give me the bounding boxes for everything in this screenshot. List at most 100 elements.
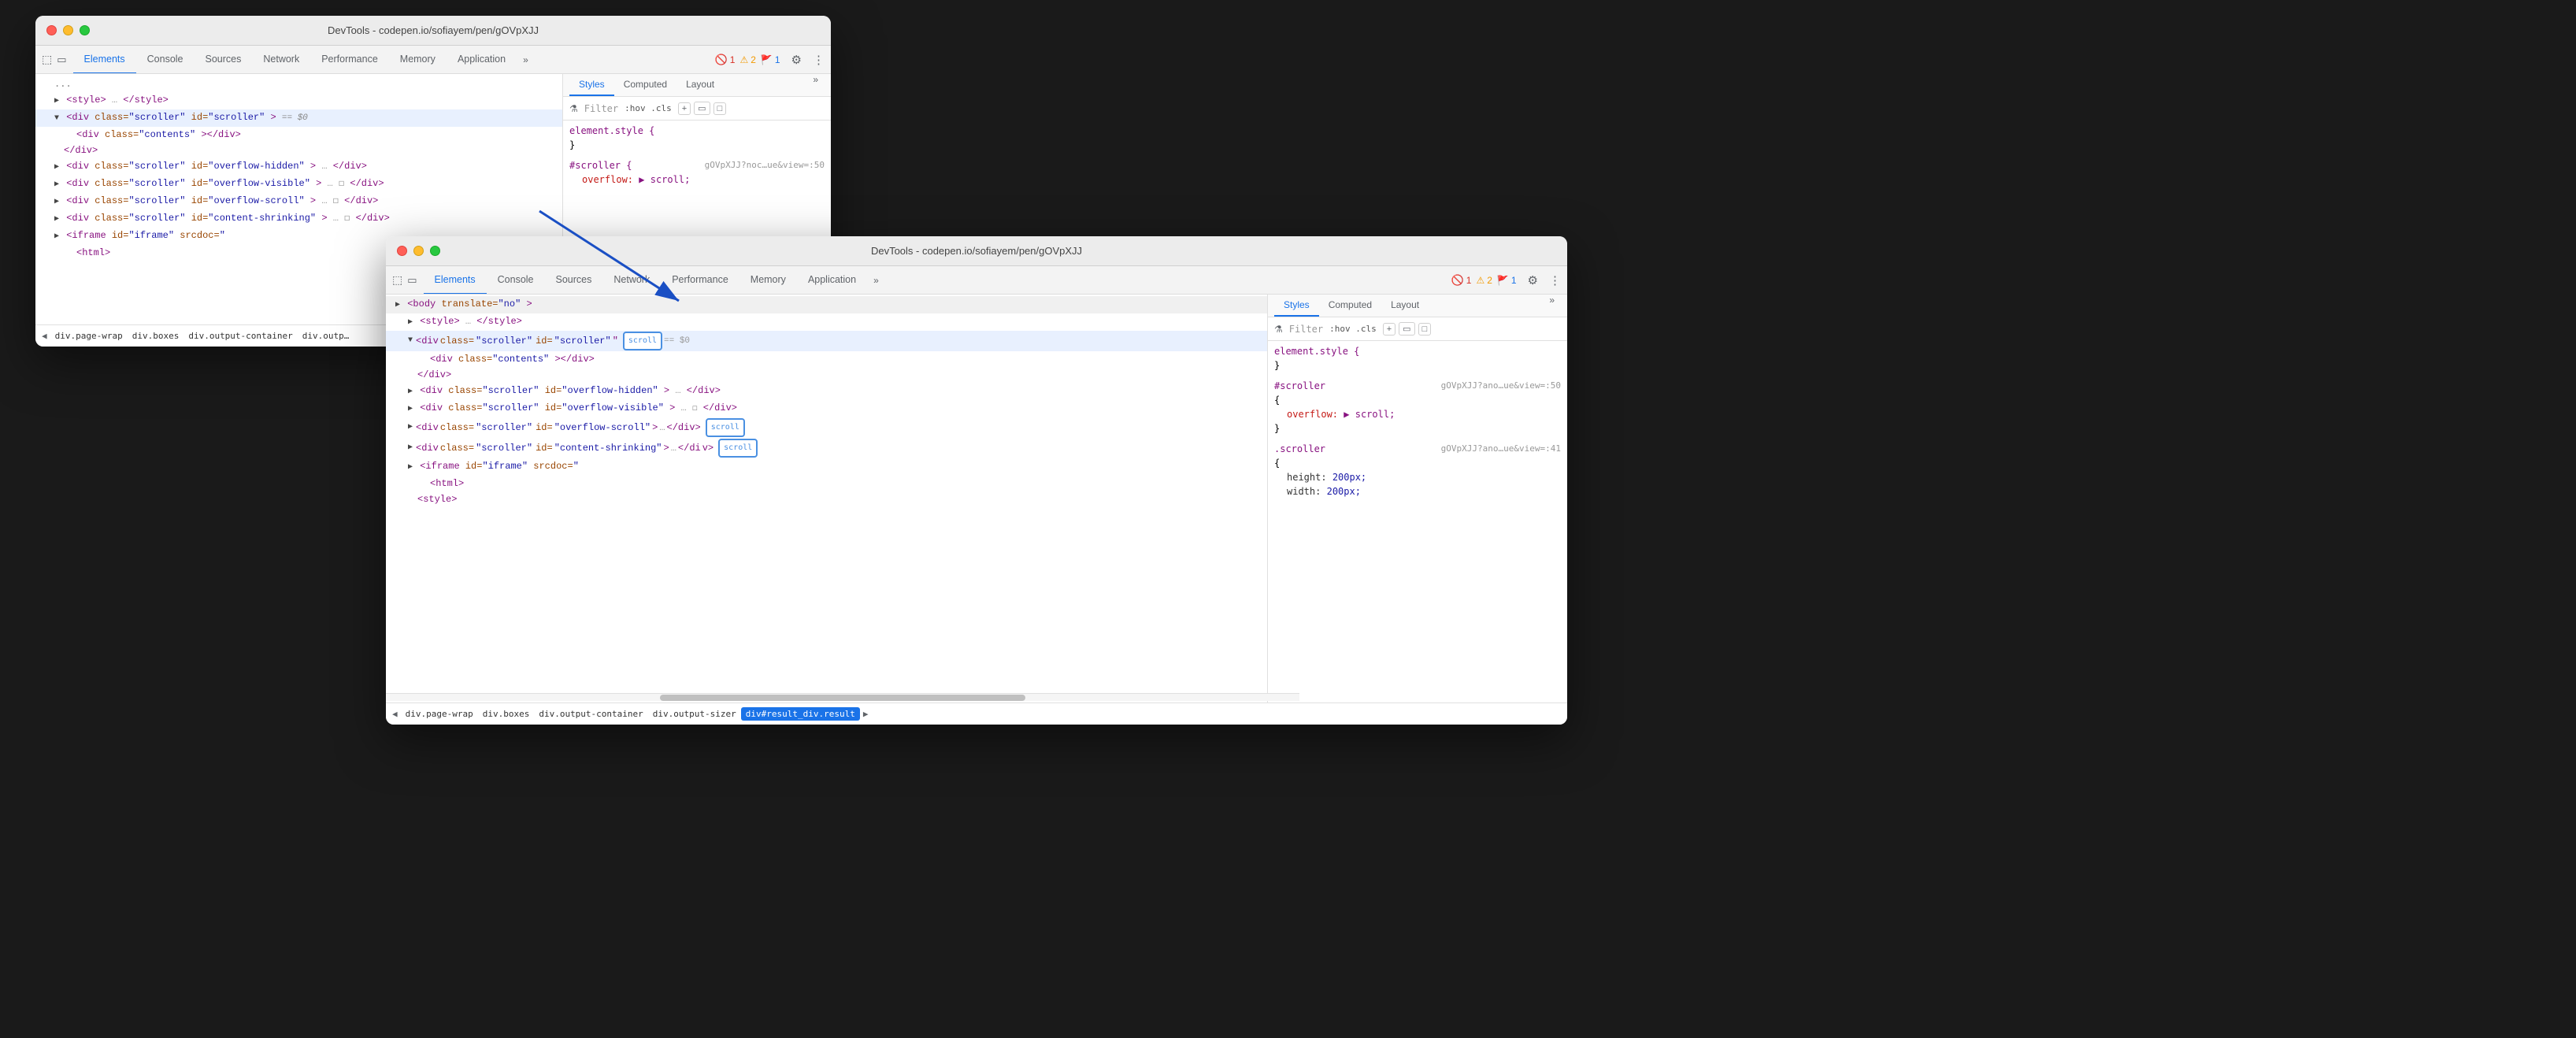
tab-application-2[interactable]: Application bbox=[797, 266, 867, 295]
maximize-button-1[interactable] bbox=[80, 25, 90, 35]
breadcrumb-output-1[interactable]: div.outp… bbox=[298, 329, 354, 343]
breadcrumb-arrow-right-2[interactable]: ▶ bbox=[863, 709, 869, 719]
tab-styles-2[interactable]: Styles bbox=[1274, 295, 1319, 317]
breadcrumb-2: ◀ div.page-wrap div.boxes div.output-con… bbox=[386, 703, 1567, 725]
filter-toggle-btn-2[interactable]: □ bbox=[1418, 323, 1432, 335]
breadcrumb-output-container-1[interactable]: div.output-container bbox=[183, 329, 297, 343]
minimize-button-1[interactable] bbox=[63, 25, 73, 35]
css-selector-scroller-1: #scroller { bbox=[569, 158, 632, 172]
breadcrumb-page-wrap-2[interactable]: div.page-wrap bbox=[401, 707, 478, 721]
tree-iframe-2[interactable]: ▶ <iframe id="iframe" srcdoc=" bbox=[386, 458, 1267, 476]
tree-contents-1[interactable]: <div class="contents" ></div> bbox=[35, 127, 562, 143]
tab-network-2[interactable]: Network bbox=[602, 266, 661, 295]
breadcrumb-output-container-2[interactable]: div.output-container bbox=[534, 707, 647, 721]
filter-device-btn-1[interactable]: ▭ bbox=[694, 102, 710, 115]
styles-panel-2: Styles Computed Layout » ⚗ Filter :hov .… bbox=[1268, 295, 1567, 703]
tab-performance-2[interactable]: Performance bbox=[661, 266, 739, 295]
filter-label-2: Filter bbox=[1289, 324, 1323, 335]
inspector-icons-1: ⬚ ▭ bbox=[42, 53, 67, 66]
minimize-button-2[interactable] bbox=[413, 246, 424, 256]
more-tabs-2[interactable]: » bbox=[867, 275, 885, 286]
scrollbar-track-2[interactable] bbox=[386, 693, 1268, 701]
tree-overflow-scroll-2[interactable]: ▶ <div class="scroller" id="overflow-scr… bbox=[386, 417, 1267, 438]
tree-overflow-hidden-1[interactable]: ▶ <div class="scroller" id="overflow-hid… bbox=[35, 158, 562, 176]
filter-plus-btn-2[interactable]: + bbox=[1383, 323, 1395, 335]
tree-overflow-visible-2[interactable]: ▶ <div class="scroller" id="overflow-vis… bbox=[386, 400, 1267, 417]
close-button-2[interactable] bbox=[397, 246, 407, 256]
tree-scroller-2[interactable]: ▼ <div class="scroller" id="scroller" " … bbox=[386, 331, 1267, 351]
tab-layout-1[interactable]: Layout bbox=[676, 74, 724, 96]
tabs-bar-1: ⬚ ▭ Elements Console Sources Network Per… bbox=[35, 46, 831, 74]
filter-device-btn-2[interactable]: ▭ bbox=[1399, 322, 1414, 335]
maximize-button-2[interactable] bbox=[430, 246, 440, 256]
tree-content-shrinking-2[interactable]: ▶ <div class="scroller" id="content-shri… bbox=[386, 438, 1267, 458]
tabs-bar-2: ⬚ ▭ Elements Console Sources Network Per… bbox=[386, 266, 1567, 295]
tree-content-shrinking-1[interactable]: ▶ <div class="scroller" id="content-shri… bbox=[35, 210, 562, 228]
css-value-2: ▶ scroll; bbox=[1344, 409, 1395, 420]
tree-contents-2[interactable]: <div class="contents" ></div> bbox=[386, 351, 1267, 367]
error-icon-2: 🚫 bbox=[1451, 274, 1464, 287]
filter-hov-cls: :hov .cls bbox=[625, 103, 672, 113]
tab-memory-2[interactable]: Memory bbox=[739, 266, 797, 295]
tree-style-1[interactable]: ▶ <style> … </style> bbox=[35, 92, 562, 109]
scrollbar-thumb-2[interactable] bbox=[660, 695, 1025, 701]
css-scroller-rule-1: #scroller { gOVpXJJ?noc…ue&view=:50 over… bbox=[563, 155, 831, 190]
error-count-2: 🚫 1 bbox=[1451, 274, 1472, 287]
tree-body-2[interactable]: ▶ <body translate="no" > bbox=[386, 296, 1267, 313]
elements-tree-2[interactable]: ▶ <body translate="no" > ▶ <style> … </s… bbox=[386, 295, 1268, 703]
css-open-brace: { bbox=[1274, 393, 1561, 407]
tree-overflow-hidden-2[interactable]: ▶ <div class="scroller" id="overflow-hid… bbox=[386, 383, 1267, 400]
more-options-icon-2[interactable]: ⋮ bbox=[1549, 273, 1561, 287]
device-toggle-icon[interactable]: ▭ bbox=[57, 54, 66, 66]
settings-icon-1[interactable]: ⚙ bbox=[791, 53, 802, 67]
tab-computed-2[interactable]: Computed bbox=[1319, 295, 1381, 317]
tab-console-1[interactable]: Console bbox=[136, 46, 195, 74]
tree-html-2[interactable]: <html> bbox=[386, 476, 1267, 491]
close-button-1[interactable] bbox=[46, 25, 57, 35]
tree-closediv-1[interactable]: </div> bbox=[35, 143, 562, 158]
more-options-icon-1[interactable]: ⋮ bbox=[813, 53, 825, 67]
css-value-width: 200px; bbox=[1327, 486, 1361, 497]
breadcrumb-result-div-2[interactable]: div#result_div.result bbox=[741, 707, 860, 721]
filter-toggle-btn-1[interactable]: □ bbox=[713, 102, 727, 115]
tab-styles-1[interactable]: Styles bbox=[569, 74, 614, 96]
more-style-tabs-2[interactable]: » bbox=[1543, 295, 1561, 317]
tree-overflow-scroll-1[interactable]: ▶ <div class="scroller" id="overflow-scr… bbox=[35, 193, 562, 210]
tab-memory-1[interactable]: Memory bbox=[389, 46, 447, 74]
tab-elements-1[interactable]: Elements bbox=[73, 46, 136, 74]
error-badges-2: 🚫 1 ⚠ 2 🚩 1 ⚙ ⋮ bbox=[1451, 273, 1561, 287]
tree-closediv-2[interactable]: </div> bbox=[386, 367, 1267, 383]
filter-plus-btn-1[interactable]: + bbox=[678, 102, 691, 115]
devtools-window-2: DevTools - codepen.io/sofiayem/pen/gOVpX… bbox=[386, 236, 1567, 725]
scroll-badge-shrinking: scroll bbox=[718, 439, 758, 458]
tree-style-3[interactable]: <style> bbox=[386, 491, 1267, 507]
tab-sources-2[interactable]: Sources bbox=[545, 266, 603, 295]
breadcrumb-boxes-1[interactable]: div.boxes bbox=[128, 329, 184, 343]
css-element-style-2: element.style { } bbox=[1268, 341, 1567, 376]
tab-performance-1[interactable]: Performance bbox=[310, 46, 389, 74]
css-property-2: overflow: bbox=[1287, 409, 1338, 420]
tab-computed-1[interactable]: Computed bbox=[614, 74, 676, 96]
settings-icon-2[interactable]: ⚙ bbox=[1528, 273, 1538, 287]
element-picker-icon[interactable]: ⬚ bbox=[42, 53, 52, 66]
element-picker-icon-2[interactable]: ⬚ bbox=[392, 273, 402, 287]
tab-network-1[interactable]: Network bbox=[252, 46, 310, 74]
filter-buttons-1: :hov .cls + ▭ □ bbox=[625, 102, 726, 115]
device-toggle-icon-2[interactable]: ▭ bbox=[407, 274, 417, 287]
breadcrumb-arrow-left[interactable]: ◀ bbox=[42, 331, 47, 341]
tab-elements-2[interactable]: Elements bbox=[424, 266, 487, 295]
tree-style-2[interactable]: ▶ <style> … </style> bbox=[386, 313, 1267, 331]
more-style-tabs-1[interactable]: » bbox=[806, 74, 825, 96]
tab-application-1[interactable]: Application bbox=[447, 46, 517, 74]
tree-scroller-1[interactable]: ▼ <div class="scroller" id="scroller" > … bbox=[35, 109, 562, 127]
tab-sources-1[interactable]: Sources bbox=[195, 46, 253, 74]
breadcrumb-arrow-left-2[interactable]: ◀ bbox=[392, 709, 398, 719]
breadcrumb-output-sizer-2[interactable]: div.output-sizer bbox=[648, 707, 741, 721]
more-tabs-1[interactable]: » bbox=[517, 54, 535, 65]
breadcrumb-boxes-2[interactable]: div.boxes bbox=[478, 707, 535, 721]
tab-layout-2[interactable]: Layout bbox=[1381, 295, 1429, 317]
error-icon-1: 🚫 bbox=[715, 54, 728, 66]
tab-console-2[interactable]: Console bbox=[487, 266, 545, 295]
breadcrumb-page-wrap-1[interactable]: div.page-wrap bbox=[50, 329, 128, 343]
tree-overflow-visible-1[interactable]: ▶ <div class="scroller" id="overflow-vis… bbox=[35, 176, 562, 193]
